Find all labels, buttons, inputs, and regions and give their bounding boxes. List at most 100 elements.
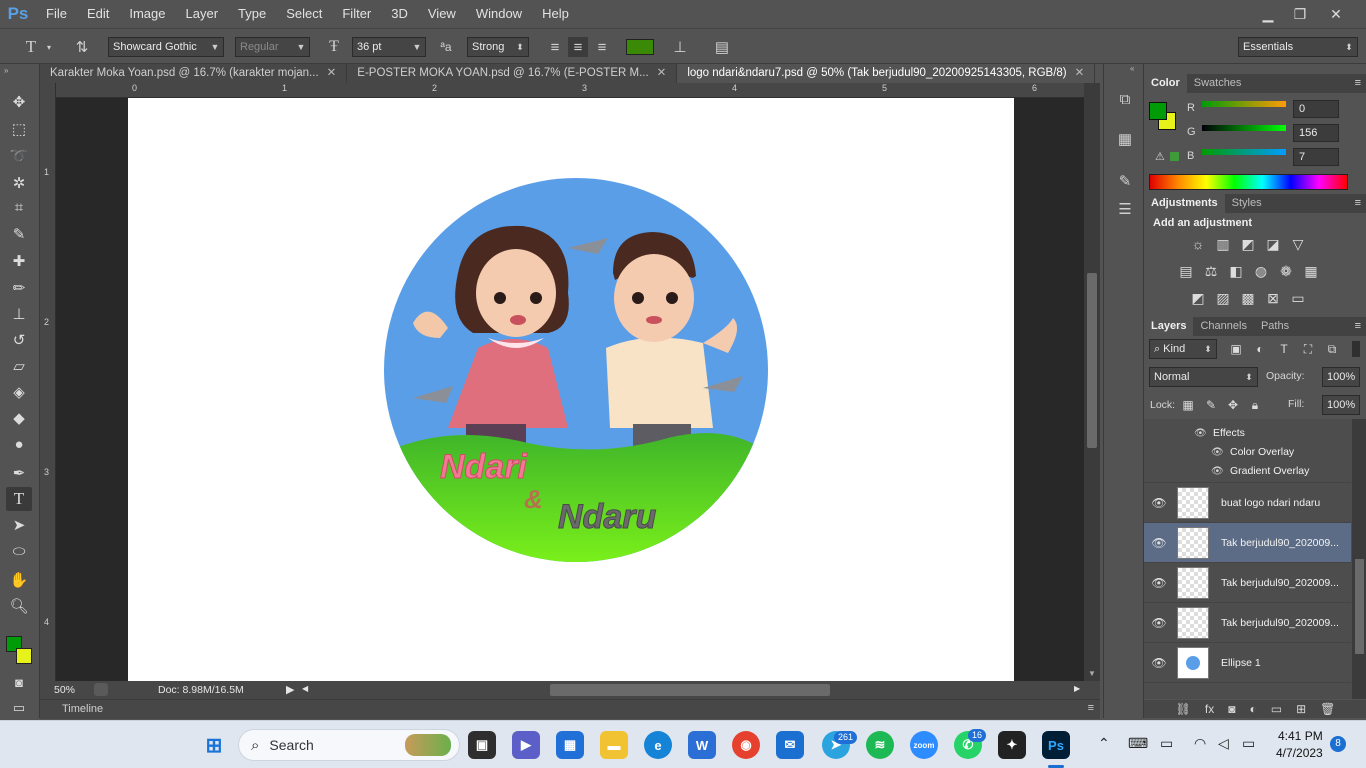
task-view-icon[interactable]: ▣ — [468, 731, 496, 759]
photoshop-taskbar-icon[interactable]: Ps — [1042, 731, 1070, 759]
scroll-left-icon[interactable]: ◀ — [302, 684, 308, 693]
history-panel-icon[interactable]: ⧉ — [1114, 88, 1136, 110]
delete-layer-icon[interactable]: 🗑︎ — [1320, 702, 1335, 716]
menu-3d[interactable]: 3D — [381, 0, 418, 28]
tab-adjustments[interactable]: Adjustments — [1144, 194, 1225, 213]
wps-office-icon[interactable]: W — [688, 731, 716, 759]
selective-color-icon[interactable]: ⊠ — [1264, 290, 1282, 306]
taskbar-search[interactable]: ⌕ Search — [238, 729, 460, 761]
tab-swatches[interactable]: Swatches — [1187, 74, 1249, 93]
close-icon[interactable]: ✕ — [327, 64, 337, 83]
character-panel-icon[interactable]: ▤ — [710, 37, 734, 57]
clock-date[interactable]: 4/7/2023 — [1276, 746, 1323, 760]
spotify-icon[interactable]: ≋ — [866, 731, 894, 759]
wifi-icon[interactable]: ◠ — [1194, 735, 1206, 752]
effect-gradient-overlay[interactable]: Gradient Overlay — [1230, 465, 1309, 477]
collapse-icon[interactable]: » — [4, 66, 8, 75]
fill-field[interactable]: 100% — [1322, 395, 1360, 415]
close-icon[interactable]: ✕ — [657, 64, 667, 83]
eraser-tool-icon[interactable]: ▱ — [6, 354, 32, 378]
background-color-swatch[interactable] — [16, 648, 32, 664]
menu-file[interactable]: File — [36, 0, 77, 28]
screen-mode-icon[interactable]: ▭ — [6, 696, 32, 720]
new-adjustment-icon[interactable]: ◐ — [1249, 702, 1256, 716]
vertical-scrollbar[interactable]: ▼ — [1084, 83, 1100, 681]
scroll-thumb[interactable] — [1355, 559, 1364, 654]
b-value-field[interactable]: 7 — [1293, 148, 1339, 166]
filter-adjustment-icon[interactable]: ◐ — [1251, 341, 1269, 357]
b-slider[interactable] — [1202, 149, 1286, 155]
layer-row[interactable]: 👁︎ Tak berjudul90_202009... — [1144, 563, 1351, 603]
color-balance-icon[interactable]: ⚖ — [1202, 263, 1220, 279]
healing-brush-tool-icon[interactable]: ✚ — [6, 249, 32, 273]
layer-filter-select[interactable]: ⌕ Kind ⬍ — [1149, 339, 1217, 359]
eye-icon[interactable]: 👁︎ — [1144, 576, 1174, 590]
tab-e-poster[interactable]: E-POSTER MOKA YOAN.psd @ 16.7% (E-POSTER… — [347, 64, 678, 83]
clock-time[interactable]: 4:41 PM — [1278, 729, 1323, 743]
menu-help[interactable]: Help — [532, 0, 579, 28]
timeline-panel[interactable]: Timeline ≡ — [40, 699, 1100, 719]
antialias-select[interactable]: Strong ⬍ — [467, 37, 529, 57]
close-button[interactable]: ✕ — [1316, 3, 1356, 25]
eye-icon[interactable]: 👁︎ — [1144, 616, 1174, 630]
tab-styles[interactable]: Styles — [1225, 194, 1269, 213]
font-family-select[interactable]: Showcard Gothic ▼ — [108, 37, 224, 57]
r-slider[interactable] — [1202, 101, 1286, 107]
g-slider[interactable] — [1202, 125, 1286, 131]
hand-tool-icon[interactable]: ✋ — [6, 568, 32, 592]
align-left-icon[interactable]: ≡ — [545, 37, 565, 57]
layers-scrollbar[interactable] — [1352, 419, 1366, 699]
panel-menu-icon[interactable]: ≡ — [1355, 194, 1366, 213]
zoom-icon[interactable]: zoom — [910, 731, 938, 759]
tab-color[interactable]: Color — [1144, 74, 1187, 93]
document-canvas[interactable]: Ndari & Ndaru — [128, 98, 1014, 681]
curves-icon[interactable]: ◩ — [1239, 236, 1257, 252]
menu-filter[interactable]: Filter — [332, 0, 381, 28]
brush-presets-icon[interactable]: ✎ — [1114, 170, 1136, 192]
crop-tool-icon[interactable]: ⌗ — [6, 195, 32, 219]
marquee-tool-icon[interactable]: ⬚ — [6, 117, 32, 141]
tab-channels[interactable]: Channels — [1193, 317, 1253, 336]
r-value-field[interactable]: 0 — [1293, 100, 1339, 118]
layer-row[interactable]: 👁︎ Tak berjudul90_202009... — [1144, 523, 1351, 563]
gradient-map-icon[interactable]: ▭ — [1289, 290, 1307, 306]
adjust-panel-icon[interactable]: ☰ — [1114, 198, 1136, 220]
black-white-icon[interactable]: ◧ — [1227, 263, 1245, 279]
eyedropper-tool-icon[interactable]: ✎ — [6, 222, 32, 246]
layer-row[interactable]: 👁︎ buat logo ndari ndaru — [1144, 483, 1351, 523]
quick-mask-icon[interactable]: ◙ — [6, 670, 32, 694]
menu-type[interactable]: Type — [228, 0, 276, 28]
zoom-level[interactable]: 50% — [54, 684, 75, 696]
path-selection-tool-icon[interactable]: ➤ — [6, 513, 32, 537]
lock-pixels-icon[interactable]: ✎ — [1202, 397, 1220, 413]
warp-text-icon[interactable]: ⊥ — [668, 37, 692, 57]
workspace-select[interactable]: Essentials ⬍ — [1238, 37, 1358, 57]
edge-browser-icon[interactable]: e — [644, 731, 672, 759]
chrome-browser-icon[interactable]: ◉ — [732, 731, 760, 759]
new-layer-icon[interactable]: ⊞ — [1296, 702, 1306, 716]
filter-toggle[interactable] — [1352, 341, 1360, 357]
menu-layer[interactable]: Layer — [176, 0, 229, 28]
expand-icon[interactable]: « — [1130, 64, 1134, 73]
figma-icon[interactable]: ✦ — [998, 731, 1026, 759]
filter-shape-icon[interactable]: ⛶ — [1299, 341, 1317, 357]
add-mask-icon[interactable]: ◙ — [1228, 702, 1235, 716]
photo-filter-icon[interactable]: ◍ — [1252, 263, 1270, 279]
tab-layers[interactable]: Layers — [1144, 317, 1194, 336]
panel-menu-icon[interactable]: ≡ — [1355, 317, 1366, 336]
windows-start-icon[interactable]: ⊞ — [200, 731, 228, 759]
eye-icon[interactable]: 👁︎ — [1144, 496, 1174, 510]
panel-menu-icon[interactable]: ≡ — [1088, 702, 1094, 714]
hue-saturation-icon[interactable]: ▤ — [1177, 263, 1195, 279]
teams-chat-icon[interactable]: ▶ — [512, 731, 540, 759]
lasso-tool-icon[interactable]: ➰ — [6, 144, 32, 168]
posterize-icon[interactable]: ▨ — [1214, 290, 1232, 306]
threshold-icon[interactable]: ▩ — [1239, 290, 1257, 306]
blur-tool-icon[interactable]: ◆ — [6, 406, 32, 430]
invert-icon[interactable]: ◩ — [1189, 290, 1207, 306]
scroll-right-icon[interactable]: ▶ — [1074, 684, 1080, 693]
paint-bucket-tool-icon[interactable]: ◈ — [6, 380, 32, 404]
properties-panel-icon[interactable]: ▦ — [1114, 128, 1136, 150]
close-icon[interactable]: ✕ — [1075, 64, 1085, 83]
menu-select[interactable]: Select — [276, 0, 332, 28]
